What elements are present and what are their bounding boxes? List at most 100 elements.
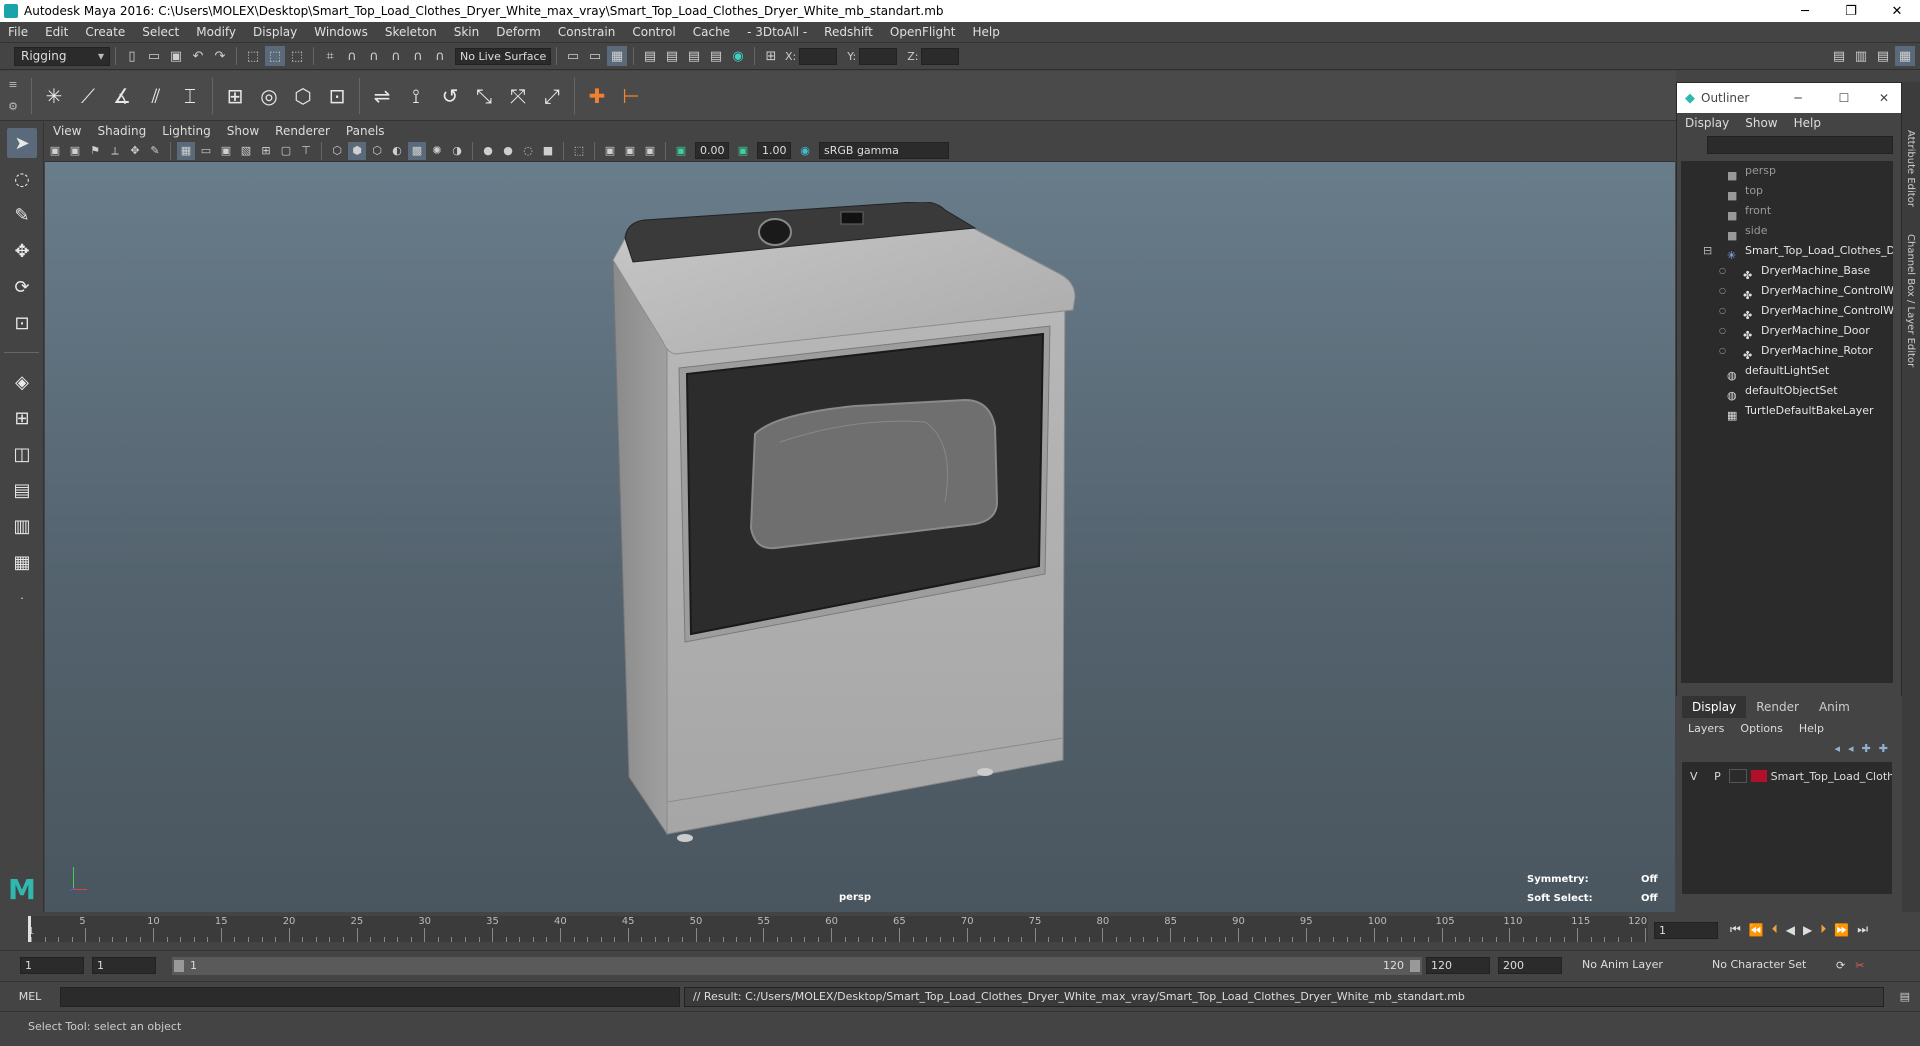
vp-menu-shading[interactable]: Shading <box>89 124 154 138</box>
safe-title-icon[interactable]: ⊤ <box>297 142 315 160</box>
orient-joint-icon[interactable]: ⌶ <box>176 79 204 113</box>
screen-space-ao-icon[interactable]: ◑ <box>448 142 466 160</box>
viewport-panel[interactable]: View Shading Lighting Show Renderer Pane… <box>45 122 1675 912</box>
cluster-icon[interactable]: ⊡ <box>323 79 351 113</box>
bookmark-icon[interactable]: ⚑ <box>86 142 104 160</box>
menu-help[interactable]: Help <box>964 25 1008 39</box>
exposure-field[interactable]: 0.00 <box>695 142 729 159</box>
playback-end-field[interactable]: 120 <box>1426 957 1490 974</box>
two-pane-layout-icon[interactable]: ◫ <box>7 439 37 469</box>
current-frame-field[interactable]: 1 <box>1654 922 1718 939</box>
layer-row[interactable]: V P Smart_Top_Load_Cloth <box>1682 766 1892 786</box>
outliner-item[interactable]: ○ ✤ DryerMachine_Rotor <box>1681 341 1893 361</box>
menu-create[interactable]: Create <box>77 25 134 39</box>
restore-button[interactable]: ❐ <box>1828 4 1874 19</box>
lasso-tool-icon[interactable]: ◌ <box>7 164 37 194</box>
gamma-field[interactable]: 1.00 <box>757 142 791 159</box>
move-tool-icon[interactable]: ✥ <box>7 236 37 266</box>
step-back-key-icon[interactable]: ⏴ <box>1772 922 1778 937</box>
tab-render[interactable]: Render <box>1746 696 1809 718</box>
layer-color-swatch[interactable] <box>1750 770 1767 782</box>
wireframe-on-shaded-icon[interactable]: ⬡ <box>368 142 386 160</box>
film-gate-icon[interactable]: ▭ <box>197 142 215 160</box>
y-field[interactable] <box>859 47 898 65</box>
menu-select[interactable]: Select <box>134 25 188 39</box>
step-forward-key-icon[interactable]: ⏵ <box>1820 922 1826 937</box>
modeling-toolkit-icon[interactable]: ▤ <box>1829 46 1849 66</box>
outliner-item[interactable]: ◍ defaultLightSet <box>1681 361 1893 381</box>
z-field[interactable] <box>921 47 960 65</box>
snap-grid-icon[interactable]: ⌗ <box>320 46 340 66</box>
playback-start-field[interactable]: 1 <box>92 957 156 974</box>
construction-history-icon[interactable]: ▦ <box>607 46 627 66</box>
outliner-list[interactable]: ■ persp ■ top ■ front ■ side ⊟ ✳ Smart_Top_Load_Cl… <box>1681 161 1893 683</box>
render-settings-icon[interactable]: ▤ <box>684 46 704 66</box>
tool-settings-toggle-icon[interactable]: ▤ <box>1873 46 1893 66</box>
menu-openflight[interactable]: OpenFlight <box>882 25 965 39</box>
outliner-item[interactable]: ◍ defaultObjectSet <box>1681 381 1893 401</box>
textured-icon[interactable]: ◐ <box>388 142 406 160</box>
ik-spline-icon[interactable]: ∡ <box>108 79 136 113</box>
attribute-editor-tab[interactable]: Attribute Editor <box>1905 130 1916 207</box>
smooth-skin-icon[interactable]: ◎ <box>255 79 283 113</box>
outliner-close-button[interactable]: ✕ <box>1867 91 1901 105</box>
new-layer-selected-icon[interactable]: ✚ <box>1879 742 1888 755</box>
depth-of-field-icon[interactable]: ◌ <box>519 142 537 160</box>
menu-redshift[interactable]: Redshift <box>816 25 882 39</box>
step-back-icon[interactable]: ⏪ <box>1749 923 1764 937</box>
time-ruler[interactable]: 1 5 10 15 20 25 30 35 40 45 50 55 60 65 70 75 80 85 90 95 1… <box>28 916 1648 942</box>
input-ops-icon[interactable]: ▭ <box>563 46 583 66</box>
time-slider[interactable]: 1 5 10 15 20 25 30 35 40 45 50 55 60 65 70 75 80 85 90 95 1… <box>0 912 1920 948</box>
snap-view-icon[interactable]: ∩ <box>386 46 406 66</box>
menu-cache[interactable]: Cache <box>685 25 739 39</box>
set-driven-key-icon[interactable]: ⊢ <box>617 79 645 113</box>
rotate-tool-icon[interactable]: ⟳ <box>7 272 37 302</box>
anim-layer-dropdown[interactable]: No Anim Layer <box>1578 957 1698 974</box>
four-pane-layout-icon[interactable]: ⊞ <box>7 403 37 433</box>
vp-menu-renderer[interactable]: Renderer <box>267 124 338 138</box>
backface-cull-icon[interactable]: ▣ <box>641 142 659 160</box>
pole-vector-icon[interactable]: ⤢ <box>538 79 566 113</box>
parent-constraint-icon[interactable]: ⇌ <box>368 79 396 113</box>
menu-file[interactable]: File <box>0 25 37 39</box>
aim-constraint-icon[interactable]: ⤧ <box>504 79 532 113</box>
mirror-joint-icon[interactable]: ⫽ <box>142 79 170 113</box>
multisample-aa-icon[interactable]: ● <box>499 142 517 160</box>
smooth-shade-icon[interactable]: ⬢ <box>348 141 366 160</box>
magnet-icon[interactable]: ∩ <box>430 46 450 66</box>
camera-select-icon[interactable]: ▣ <box>46 142 64 160</box>
layer-menu-help[interactable]: Help <box>1791 722 1832 735</box>
close-button[interactable]: ✕ <box>1874 4 1920 19</box>
go-to-end-icon[interactable]: ⏭ <box>1857 922 1868 937</box>
outliner-item[interactable]: ▦ TurtleDefaultBakeLayer <box>1681 401 1893 421</box>
scale-constraint-icon[interactable]: ⤡ <box>470 79 498 113</box>
single-pane-layout-icon[interactable]: ◈ <box>7 367 37 397</box>
range-bar[interactable]: 1 120 <box>172 956 1422 975</box>
outliner-item[interactable]: ○ ✤ DryerMachine_ControlW <box>1681 281 1893 301</box>
layer-display-type[interactable] <box>1729 769 1747 783</box>
outliner-menu-show[interactable]: Show <box>1737 116 1785 130</box>
play-backward-icon[interactable]: ◀ <box>1786 923 1795 937</box>
image-plane-icon[interactable]: ⟂ <box>106 142 124 160</box>
vp-menu-panels[interactable]: Panels <box>338 124 393 138</box>
layer-visibility-toggle[interactable]: V <box>1682 770 1706 783</box>
range-end-handle[interactable] <box>1410 959 1420 972</box>
play-forward-icon[interactable]: ▶ <box>1803 923 1812 937</box>
outliner-item[interactable]: ○ ✤ DryerMachine_Door <box>1681 321 1893 341</box>
point-constraint-icon[interactable]: ⟟ <box>402 79 430 113</box>
safe-action-icon[interactable]: ▢ <box>277 142 295 160</box>
snap-surface-icon[interactable]: ∩ <box>408 46 428 66</box>
new-scene-icon[interactable]: ▯ <box>122 46 142 66</box>
vp-menu-view[interactable]: View <box>45 124 89 138</box>
step-forward-icon[interactable]: ⏩ <box>1834 923 1849 937</box>
live-surface-field[interactable]: No Live Surface <box>455 47 551 65</box>
use-all-lights-icon[interactable]: ▩ <box>408 141 426 160</box>
outliner-item[interactable]: ■ front <box>1681 201 1893 221</box>
command-language-label[interactable]: MEL <box>0 990 60 1003</box>
xray-joints-icon[interactable]: ▣ <box>601 142 619 160</box>
render-frame-icon[interactable]: ▤ <box>640 46 660 66</box>
script-editor-icon[interactable]: ▤ <box>1900 990 1910 1003</box>
gate-mask-icon[interactable]: ▧ <box>237 142 255 160</box>
outliner-item[interactable]: ■ side <box>1681 221 1893 241</box>
channel-box-toggle-icon[interactable]: ▦ <box>1895 46 1915 66</box>
